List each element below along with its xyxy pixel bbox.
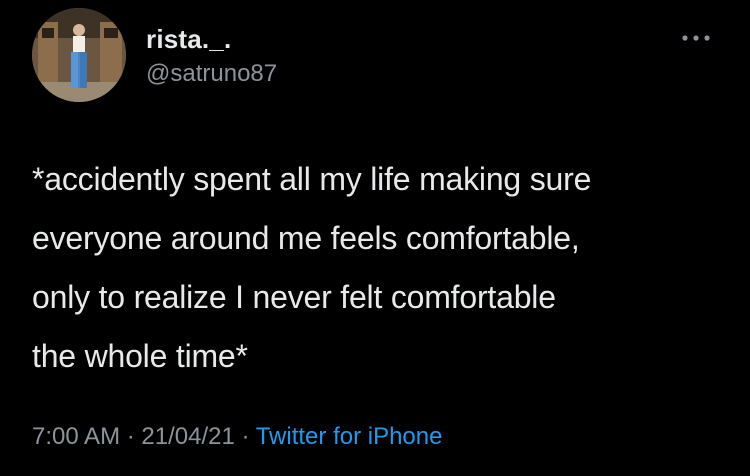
user-handle[interactable]: @satruno87 xyxy=(146,60,277,88)
meta-separator: · xyxy=(120,423,142,450)
avatar-image xyxy=(32,8,126,102)
display-name[interactable]: rista._. xyxy=(146,24,231,55)
tweet-source-link[interactable]: Twitter for iPhone xyxy=(256,423,443,450)
avatar[interactable] xyxy=(32,8,126,102)
tweet-card: rista._. @satruno87 *accidently spent al… xyxy=(0,0,750,476)
tweet-time[interactable]: 7:00 AM xyxy=(32,423,120,450)
tweet-meta: 7:00 AM · 21/04/21 · Twitter for iPhone xyxy=(32,423,442,451)
more-horizontal-icon xyxy=(682,35,710,41)
more-options-button[interactable] xyxy=(676,24,716,52)
tweet-date[interactable]: 21/04/21 xyxy=(141,423,234,450)
tweet-text: *accidently spent all my life making sur… xyxy=(32,161,592,374)
meta-separator: · xyxy=(234,423,256,450)
